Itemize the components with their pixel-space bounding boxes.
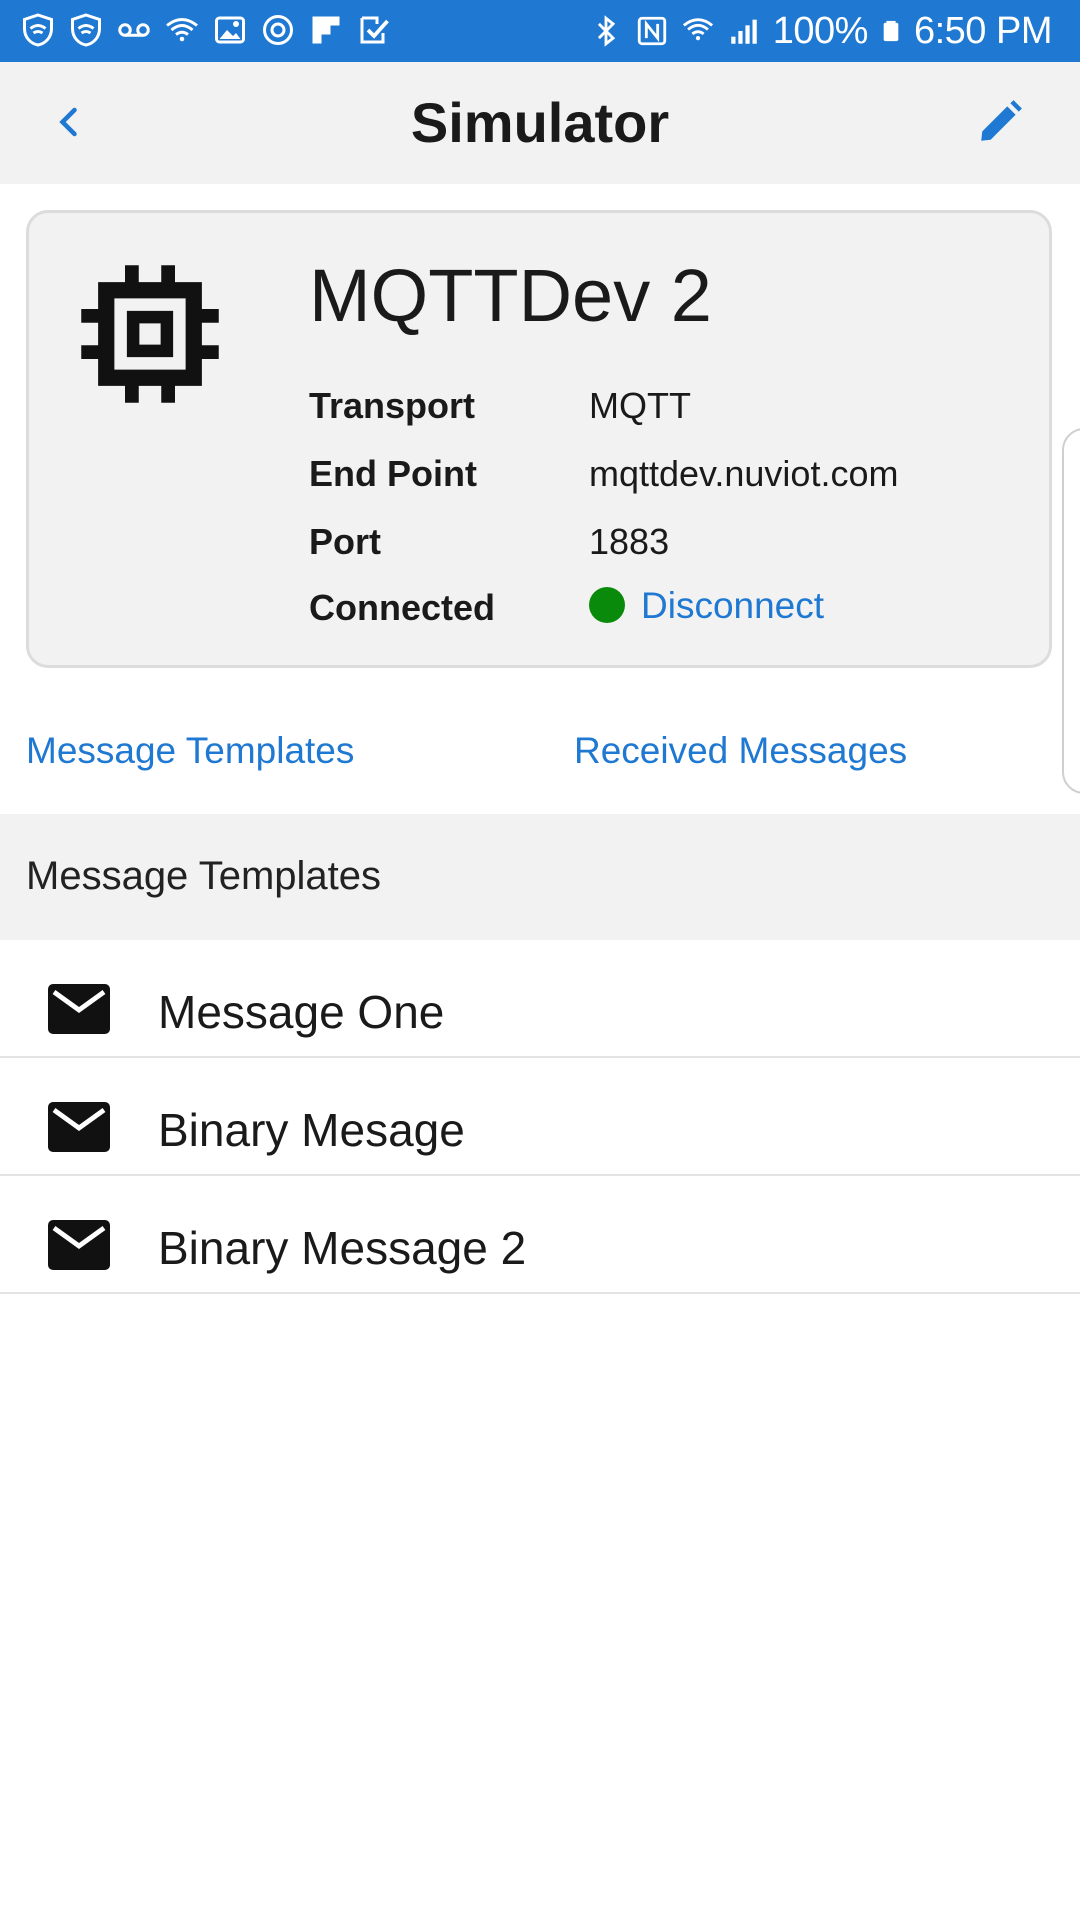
- wifi-icon: [166, 18, 198, 42]
- transport-value: MQTT: [589, 385, 691, 426]
- wifi-signal-icon: [682, 18, 713, 41]
- message-template-list: Message One Binary Mesage Binary Message…: [0, 940, 1080, 1294]
- voicemail-icon: [118, 23, 150, 37]
- chevron-left-icon: [59, 107, 77, 137]
- section-title: Message Templates: [26, 854, 381, 898]
- device-card: MQTTDev 2 Transport MQTT End Point mqttd…: [26, 210, 1052, 668]
- mail-icon: [48, 1102, 110, 1152]
- cell-signal-icon: [731, 19, 757, 44]
- image-icon: [215, 16, 245, 44]
- nav-bar: Simulator: [0, 62, 1080, 184]
- section-header: Message Templates: [0, 814, 1080, 940]
- nfc-icon: [637, 16, 666, 46]
- status-bar: 100% 6:50 PM: [0, 0, 1080, 62]
- list-item-label: Binary Message 2: [158, 1222, 527, 1274]
- battery-percentage: 100%: [772, 10, 869, 52]
- mail-icon: [48, 1220, 110, 1270]
- connection-status-dot: [589, 587, 625, 623]
- mail-icon: [48, 984, 110, 1034]
- list-item[interactable]: Message One: [0, 940, 1080, 1058]
- list-item-label: Message One: [158, 986, 445, 1038]
- endpoint-value: mqttdev.nuviot.com: [589, 453, 899, 494]
- shield-wifi-icon: [71, 13, 101, 47]
- tab-message-templates[interactable]: Message Templates: [26, 730, 354, 772]
- device-name: MQTTDev 2: [309, 254, 712, 337]
- transport-label: Transport: [309, 385, 476, 426]
- check-icon: [360, 16, 389, 44]
- shield-wifi-icon: [23, 13, 53, 47]
- battery-icon: [883, 20, 899, 42]
- side-drawer-handle[interactable]: [1062, 428, 1080, 794]
- port-value: 1883: [589, 521, 670, 562]
- system-indicators: 100% 6:50 PM: [589, 0, 1053, 62]
- flipboard-icon: [312, 16, 340, 44]
- chip-icon: [81, 265, 219, 403]
- port-label: Port: [309, 521, 381, 562]
- page-title: Simulator: [410, 91, 670, 154]
- back-button[interactable]: [40, 92, 100, 152]
- edit-button[interactable]: [970, 92, 1030, 152]
- notification-icons: [20, 12, 392, 48]
- tab-received-messages[interactable]: Received Messages: [574, 730, 907, 772]
- connected-label: Connected: [309, 587, 496, 628]
- pencil-icon: [981, 100, 1022, 141]
- clock: 6:50 PM: [913, 10, 1053, 52]
- endpoint-label: End Point: [309, 453, 477, 494]
- list-item[interactable]: Binary Mesage: [0, 1058, 1080, 1176]
- sync-icon: [263, 15, 293, 45]
- list-item-label: Binary Mesage: [158, 1104, 465, 1156]
- list-item[interactable]: Binary Message 2: [0, 1176, 1080, 1294]
- disconnect-link[interactable]: Disconnect: [641, 585, 824, 627]
- bluetooth-icon: [597, 15, 615, 47]
